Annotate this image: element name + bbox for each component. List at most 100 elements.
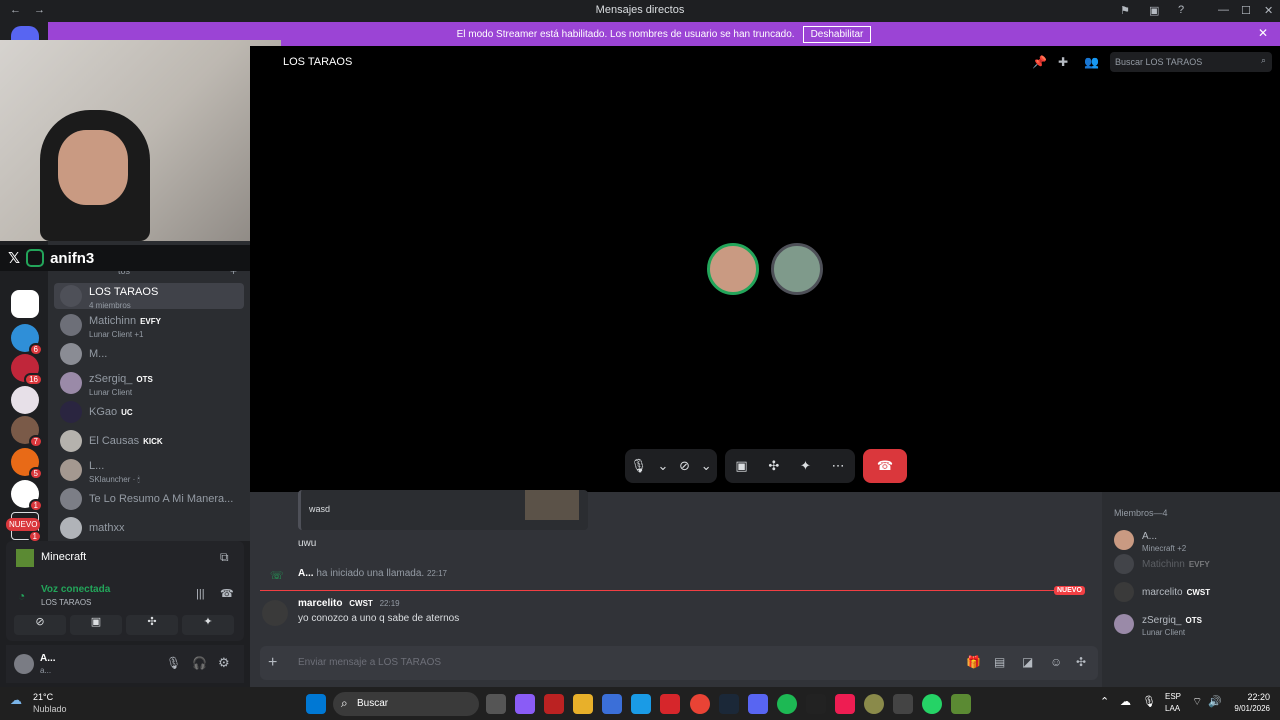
edge-icon[interactable] [631, 694, 651, 714]
clock-date[interactable]: 9/01/2026 [1220, 704, 1270, 713]
server-icon[interactable]: 5 [11, 448, 43, 480]
gear-icon[interactable]: ⚙ [218, 655, 230, 671]
instagram-icon [26, 249, 45, 267]
title-bar: ← → Mensajes directos ⚑ ▣ ? — ☐ ✕ [0, 0, 1280, 22]
camera-off-icon[interactable]: ⊘ [679, 458, 690, 474]
gift-icon[interactable]: 🎁 [966, 655, 981, 669]
chevron-up-icon[interactable]: ⌃ [1100, 695, 1109, 708]
dm-item[interactable]: mathxx [54, 515, 244, 541]
app-icon[interactable] [864, 694, 884, 714]
discord-icon[interactable] [748, 694, 768, 714]
weather-desc[interactable]: Nublado [33, 704, 67, 714]
store-icon[interactable] [602, 694, 622, 714]
activities-button[interactable]: ✣ [126, 615, 178, 635]
share-screen-icon[interactable]: ▣ [735, 458, 747, 474]
app-icon[interactable] [893, 694, 913, 714]
tiktok-icon[interactable] [835, 694, 855, 714]
help-icon[interactable]: ? [1178, 4, 1184, 16]
noise-suppression-icon[interactable]: ||| [196, 588, 205, 600]
minimize-icon[interactable]: — [1218, 4, 1229, 16]
maximize-icon[interactable]: ☐ [1241, 4, 1251, 17]
voice-status[interactable]: Voz conectada [41, 584, 110, 595]
apps-icon[interactable]: ✣ [1076, 655, 1086, 669]
camera-off-button[interactable]: ⊘ [14, 615, 66, 635]
start-icon[interactable] [306, 694, 326, 714]
microphone-icon[interactable]: 🎙 [166, 656, 181, 670]
soundboard-icon[interactable]: ✦ [800, 458, 811, 474]
onedrive-icon[interactable]: ☁ [1120, 695, 1131, 708]
microphone-icon[interactable]: 🎙 [1142, 695, 1156, 708]
file-explorer-icon[interactable] [573, 694, 593, 714]
dm-item[interactable]: L... SKlauncher · 🕯 [54, 457, 244, 484]
voice-channel[interactable]: LOS TARAOS [41, 598, 91, 607]
hang-up-button[interactable]: ☎ [863, 449, 907, 483]
dm-item[interactable]: M... [54, 341, 244, 367]
embed-thumbnail[interactable] [525, 490, 579, 520]
pin-icon[interactable]: 📌 [1032, 55, 1047, 69]
disconnect-icon[interactable]: ☎ [220, 587, 234, 600]
headphones-icon[interactable]: 🎧 [192, 656, 207, 670]
avatar[interactable] [14, 654, 34, 674]
monitor-icon[interactable]: ▣ [1149, 4, 1159, 17]
member-item[interactable]: A... Minecraft +2 [1114, 526, 1186, 553]
dm-item[interactable]: KGao UC [54, 399, 244, 425]
wifi-icon[interactable]: ⌔ [1192, 695, 1202, 709]
close-window-icon[interactable]: ✕ [1264, 4, 1273, 17]
search-input[interactable]: Buscar LOS TARAOS ⌕ [1110, 52, 1272, 72]
taskbar-search[interactable]: ⌕ Buscar [333, 692, 479, 716]
dm-item[interactable]: Matichinn EVFY Lunar Client +1 [54, 312, 244, 339]
message-input[interactable]: + Enviar mensaje a LOS TARAOS 🎁 ▤ ◪ ☺ ✣ [260, 646, 1098, 680]
chevron-down-icon[interactable]: ⌄ [701, 458, 712, 474]
inbox-icon[interactable]: ⚑ [1120, 4, 1130, 17]
app-icon[interactable] [544, 694, 564, 714]
stream-activity-icon[interactable]: ⧉ [220, 550, 229, 565]
sticker-icon[interactable]: ◪ [1022, 655, 1033, 669]
minecraft-icon[interactable] [951, 694, 971, 714]
dm-item[interactable]: LOS TARAOS 4 miembros [54, 283, 244, 310]
language-indicator[interactable]: ESP [1165, 692, 1181, 701]
voice-panel: Minecraft ⧉ ◔ Voz conectada LOS TARAOS |… [6, 541, 244, 641]
task-view-icon[interactable] [486, 694, 506, 714]
share-screen-button[interactable]: ▣ [70, 615, 122, 635]
add-friend-icon[interactable]: ✚ [1058, 55, 1068, 69]
participant-avatar[interactable] [771, 243, 823, 295]
disable-streamer-button[interactable]: Deshabilitar [802, 25, 872, 43]
soundboard-button[interactable]: ✦ [182, 615, 234, 635]
member-item[interactable]: zSergiq_ OTS Lunar Client [1114, 610, 1202, 637]
server-icon[interactable]: 1 [11, 480, 43, 512]
server-icon[interactable] [11, 290, 39, 318]
emoji-icon[interactable]: ☺ [1050, 655, 1062, 669]
weather-temp[interactable]: 21°C [33, 692, 53, 702]
copilot-icon[interactable] [515, 694, 535, 714]
dm-item[interactable]: El Causas KICK [54, 428, 244, 454]
dm-item[interactable]: Te Lo Resumo A Mi Manera... [54, 486, 244, 512]
server-icon[interactable]: 16 [11, 354, 43, 386]
dm-item[interactable]: zSergiq_ OTS Lunar Client [54, 370, 244, 397]
chevron-down-icon[interactable]: ⌄ [658, 458, 669, 474]
avatar[interactable] [262, 600, 288, 626]
capcut-icon[interactable] [806, 694, 826, 714]
gif-icon[interactable]: ▤ [994, 655, 1005, 669]
server-icon[interactable]: 6 [11, 324, 43, 356]
whatsapp-icon[interactable] [922, 694, 942, 714]
server-icon[interactable] [11, 386, 39, 414]
participant-avatar[interactable] [707, 243, 759, 295]
member-item[interactable]: marcelito CWST [1114, 582, 1210, 602]
server-icon[interactable]: 7 [11, 416, 43, 448]
activities-icon[interactable]: ✣ [768, 458, 779, 474]
app-icon[interactable] [660, 694, 680, 714]
chrome-icon[interactable] [690, 694, 710, 714]
microphone-icon[interactable]: 🎙 [630, 458, 647, 474]
activity-name: Minecraft [41, 551, 87, 563]
more-options-icon[interactable]: ⋯ [832, 458, 845, 474]
link-embed[interactable]: wasd [298, 490, 588, 530]
spotify-icon[interactable] [777, 694, 797, 714]
keyboard-layout[interactable]: LAA [1165, 704, 1180, 713]
weather-icon[interactable]: ☁ [10, 693, 22, 707]
add-attachment-icon[interactable]: + [268, 654, 277, 672]
member-item[interactable]: Matichinn EVFY [1114, 554, 1210, 574]
steam-icon[interactable] [719, 694, 739, 714]
clock-time[interactable]: 22:20 [1230, 692, 1270, 702]
close-banner-icon[interactable]: ✕ [1258, 26, 1268, 40]
members-icon[interactable]: 👥 [1084, 55, 1099, 69]
